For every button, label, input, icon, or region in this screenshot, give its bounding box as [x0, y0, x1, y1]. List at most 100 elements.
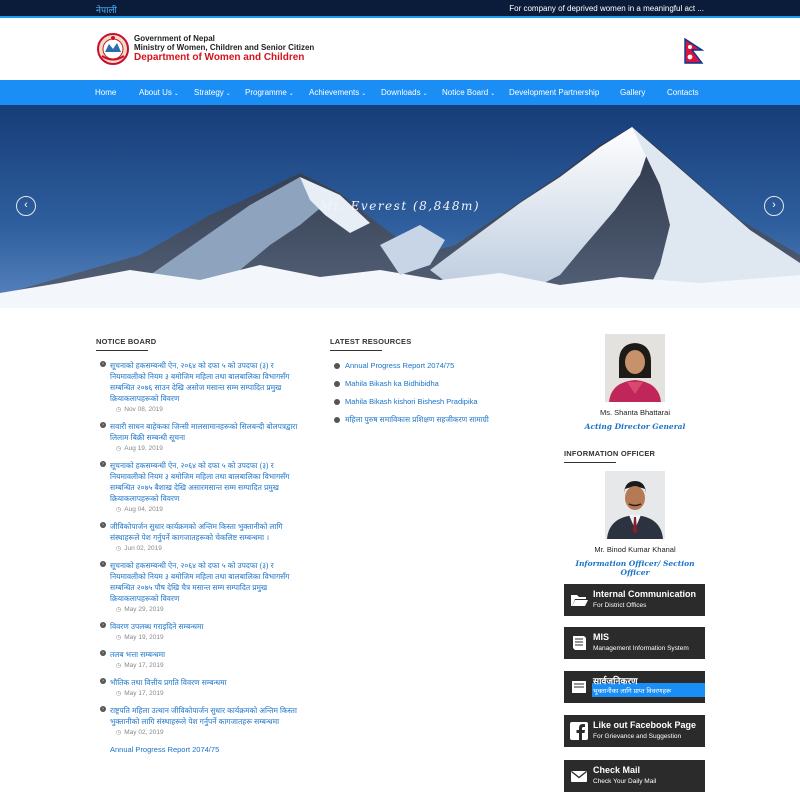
ministry-label: Ministry of Women, Children and Senior C…: [134, 43, 315, 52]
slider-prev-button[interactable]: ‹: [16, 196, 36, 216]
nav-label: Contacts: [667, 88, 699, 97]
notice-title[interactable]: राष्ट्रपति महिला उत्थान जीविकोपार्जन सुध…: [110, 705, 306, 727]
nav-notice-board[interactable]: Notice Board ⌄: [442, 88, 495, 97]
notice-title[interactable]: सवारी साधन बाहेकका जिन्सी मालसामानहरूको …: [110, 421, 306, 443]
chevron-down-icon: ⌄: [225, 91, 231, 97]
internal-communication-button[interactable]: Internal Communication For District Offi…: [564, 584, 705, 616]
latest-resources-heading: LATEST RESOURCES: [330, 337, 411, 351]
resource-link[interactable]: Annual Progress Report 2074/75: [331, 361, 531, 371]
resource-link[interactable]: Mahila Bikash ka Bidhibidha: [331, 379, 531, 389]
document-icon: [572, 681, 586, 693]
notice-item[interactable]: › सवारी साधन बाहेकका जिन्सी मालसामानहरूक…: [96, 421, 306, 452]
resource-label: Mahila Bikash ka Bidhibidha: [345, 379, 439, 388]
notice-item[interactable]: › सूचनाको हकसम्बन्धी ऐन, २०६४ को दफा ५ क…: [96, 460, 306, 513]
nav-development-partnership[interactable]: Development Partnership: [509, 88, 599, 97]
chevron-right-icon: ›: [100, 361, 106, 367]
chevron-right-icon: ›: [100, 622, 106, 628]
clock-icon: ◷: [116, 635, 122, 641]
notice-date-text: May 17, 2019: [124, 662, 164, 669]
nav-contacts[interactable]: Contacts: [667, 88, 699, 97]
director-name: Ms. Shanta Bhattarai: [599, 408, 671, 417]
notice-date: ◷ May 29, 2019: [110, 606, 306, 613]
check-mail-button[interactable]: Check Mail Check Your Daily Mail: [564, 760, 705, 792]
notice-list: › सूचनाको हकसम्बन्धी ऐन, २०६४ को दफा ५ क…: [96, 360, 306, 763]
government-label: Government of Nepal: [134, 34, 215, 43]
director-role: Acting Director General: [584, 422, 686, 431]
resource-label: महिला पुरुष समाविकास प्रशिक्षण सहजीकरण स…: [345, 415, 489, 424]
top-bar: नेपाली For company of deprived women in …: [0, 0, 800, 18]
notice-date-text: Nov 08, 2019: [124, 406, 163, 413]
button-subtitle: For District Offices: [593, 602, 647, 609]
slider-next-button[interactable]: ›: [764, 196, 784, 216]
chevron-right-icon: ›: [100, 422, 106, 428]
chevron-down-icon: ⌄: [288, 91, 294, 97]
nav-label: Notice Board: [442, 88, 489, 97]
bullet-icon: [334, 399, 340, 405]
nav-strategy[interactable]: Strategy ⌄: [194, 88, 231, 97]
chevron-down-icon: ⌄: [490, 91, 496, 97]
notice-title[interactable]: सूचनाको हकसम्बन्धी ऐन, २०६४ को दफा ५ को …: [110, 360, 306, 404]
notice-item[interactable]: › सूचनाको हकसम्बन्धी ऐन, २०६४ को दफा ५ क…: [96, 360, 306, 413]
site-header: Government of Nepal Ministry of Women, C…: [0, 18, 800, 80]
resource-link[interactable]: महिला पुरुष समाविकास प्रशिक्षण सहजीकरण स…: [331, 415, 531, 425]
notice-title[interactable]: सूचनाको हकसम्बन्धी ऐन, २०६४ को दफा ५ को …: [110, 560, 306, 604]
clock-icon: ◷: [116, 407, 122, 413]
hero-slider: Mt. Everest (8,848m) ‹ ›: [0, 105, 800, 308]
notice-date-text: Aug 04, 2019: [124, 506, 163, 513]
bullet-icon: [334, 381, 340, 387]
notice-date: ◷ Jun 02, 2019: [110, 545, 306, 552]
notice-board-heading: NOTICE BOARD: [96, 337, 156, 351]
notice-date-text: May 17, 2019: [124, 690, 164, 697]
notice-item[interactable]: › सूचनाको हकसम्बन्धी ऐन, २०६४ को दफा ५ क…: [96, 560, 306, 613]
notice-item[interactable]: › राष्ट्रपति महिला उत्थान जीविकोपार्जन स…: [96, 705, 306, 736]
notice-date: ◷ May 19, 2019: [110, 634, 306, 641]
notice-title[interactable]: विवरण उपलब्ध गराइदिने सम्बन्धमा: [110, 621, 306, 632]
button-title: Like out Facebook Page: [593, 720, 697, 730]
notice-item[interactable]: › विवरण उपलब्ध गराइदिने सम्बन्धमा ◷ May 1…: [96, 621, 306, 641]
notice-item[interactable]: › भौतिक तथा वित्तीय प्रगति विवरण सम्बन्ध…: [96, 677, 306, 697]
nepal-emblem-icon[interactable]: [96, 32, 130, 66]
chevron-down-icon: ⌄: [173, 91, 179, 97]
publication-button[interactable]: सार्वजनिकरण भुक्तानीका लागि प्राप्त विवर…: [564, 671, 705, 703]
ministry-titles: Government of Nepal Ministry of Women, C…: [134, 34, 314, 64]
clock-icon: ◷: [116, 546, 122, 552]
nav-gallery[interactable]: Gallery: [620, 88, 645, 97]
nav-about-us[interactable]: About Us ⌄: [139, 88, 179, 97]
button-subtitle: भुक्तानीका लागि प्राप्त विवरणहरू: [593, 688, 672, 695]
mis-button[interactable]: MIS Management Information System: [564, 627, 705, 659]
facebook-page-button[interactable]: Like out Facebook Page For Grievance and…: [564, 715, 705, 747]
notice-date: ◷ Aug 04, 2019: [110, 506, 306, 513]
notice-title[interactable]: सूचनाको हकसम्बन्धी ऐन, २०६४ को दफा ५ को …: [110, 460, 306, 504]
resource-label: Annual Progress Report 2074/75: [345, 361, 455, 370]
resource-link[interactable]: Mahila Bikash kishori Bishesh Pradipika: [331, 397, 531, 407]
nav-home[interactable]: Home: [95, 88, 116, 97]
notice-title[interactable]: भौतिक तथा वित्तीय प्रगति विवरण सम्बन्धमा: [110, 677, 306, 688]
nav-downloads[interactable]: Downloads ⌄: [381, 88, 428, 97]
chevron-right-icon: ›: [772, 199, 776, 211]
nav-label: Home: [95, 88, 117, 97]
notice-date-text: May 29, 2019: [124, 606, 164, 613]
chevron-right-icon: ›: [100, 461, 106, 467]
language-switch-link[interactable]: नेपाली: [96, 3, 117, 16]
notice-title[interactable]: जीविकोपार्जन सुधार कार्यक्रमको अन्तिम कि…: [110, 521, 306, 543]
notice-item[interactable]: Annual Progress Report 2074/75: [96, 744, 306, 755]
notice-date: ◷ Nov 08, 2019: [110, 406, 306, 413]
resource-list: Annual Progress Report 2074/75 Mahila Bi…: [331, 361, 531, 433]
clock-icon: ◷: [116, 507, 122, 513]
notice-title[interactable]: तलब भत्ता सम्बन्धमा: [110, 649, 306, 660]
notice-item[interactable]: › तलब भत्ता सम्बन्धमा ◷ May 17, 2019: [96, 649, 306, 669]
clock-icon: ◷: [116, 691, 122, 697]
information-officer-card: Mr. Binod Kumar Khanal Information Offic…: [565, 471, 705, 577]
news-ticker[interactable]: For company of deprived women in a meani…: [509, 4, 704, 13]
information-officer-role: Information Officer/ Section Officer: [575, 559, 695, 577]
main-navigation: Home About Us ⌄ Strategy ⌄ Programme ⌄ Achi…: [0, 80, 800, 105]
chevron-down-icon: ⌄: [422, 91, 428, 97]
notice-title[interactable]: Annual Progress Report 2074/75: [110, 744, 306, 755]
button-subtitle: For Grievance and Suggestion: [593, 733, 682, 740]
nav-achievements[interactable]: Achievements ⌄: [309, 88, 366, 97]
nav-programme[interactable]: Programme ⌄: [245, 88, 294, 97]
chevron-left-icon: ‹: [24, 199, 28, 211]
notice-item[interactable]: › जीविकोपार्जन सुधार कार्यक्रमको अन्तिम …: [96, 521, 306, 552]
button-subtitle: Management Information System: [593, 645, 689, 652]
chevron-right-icon: ›: [100, 561, 106, 567]
